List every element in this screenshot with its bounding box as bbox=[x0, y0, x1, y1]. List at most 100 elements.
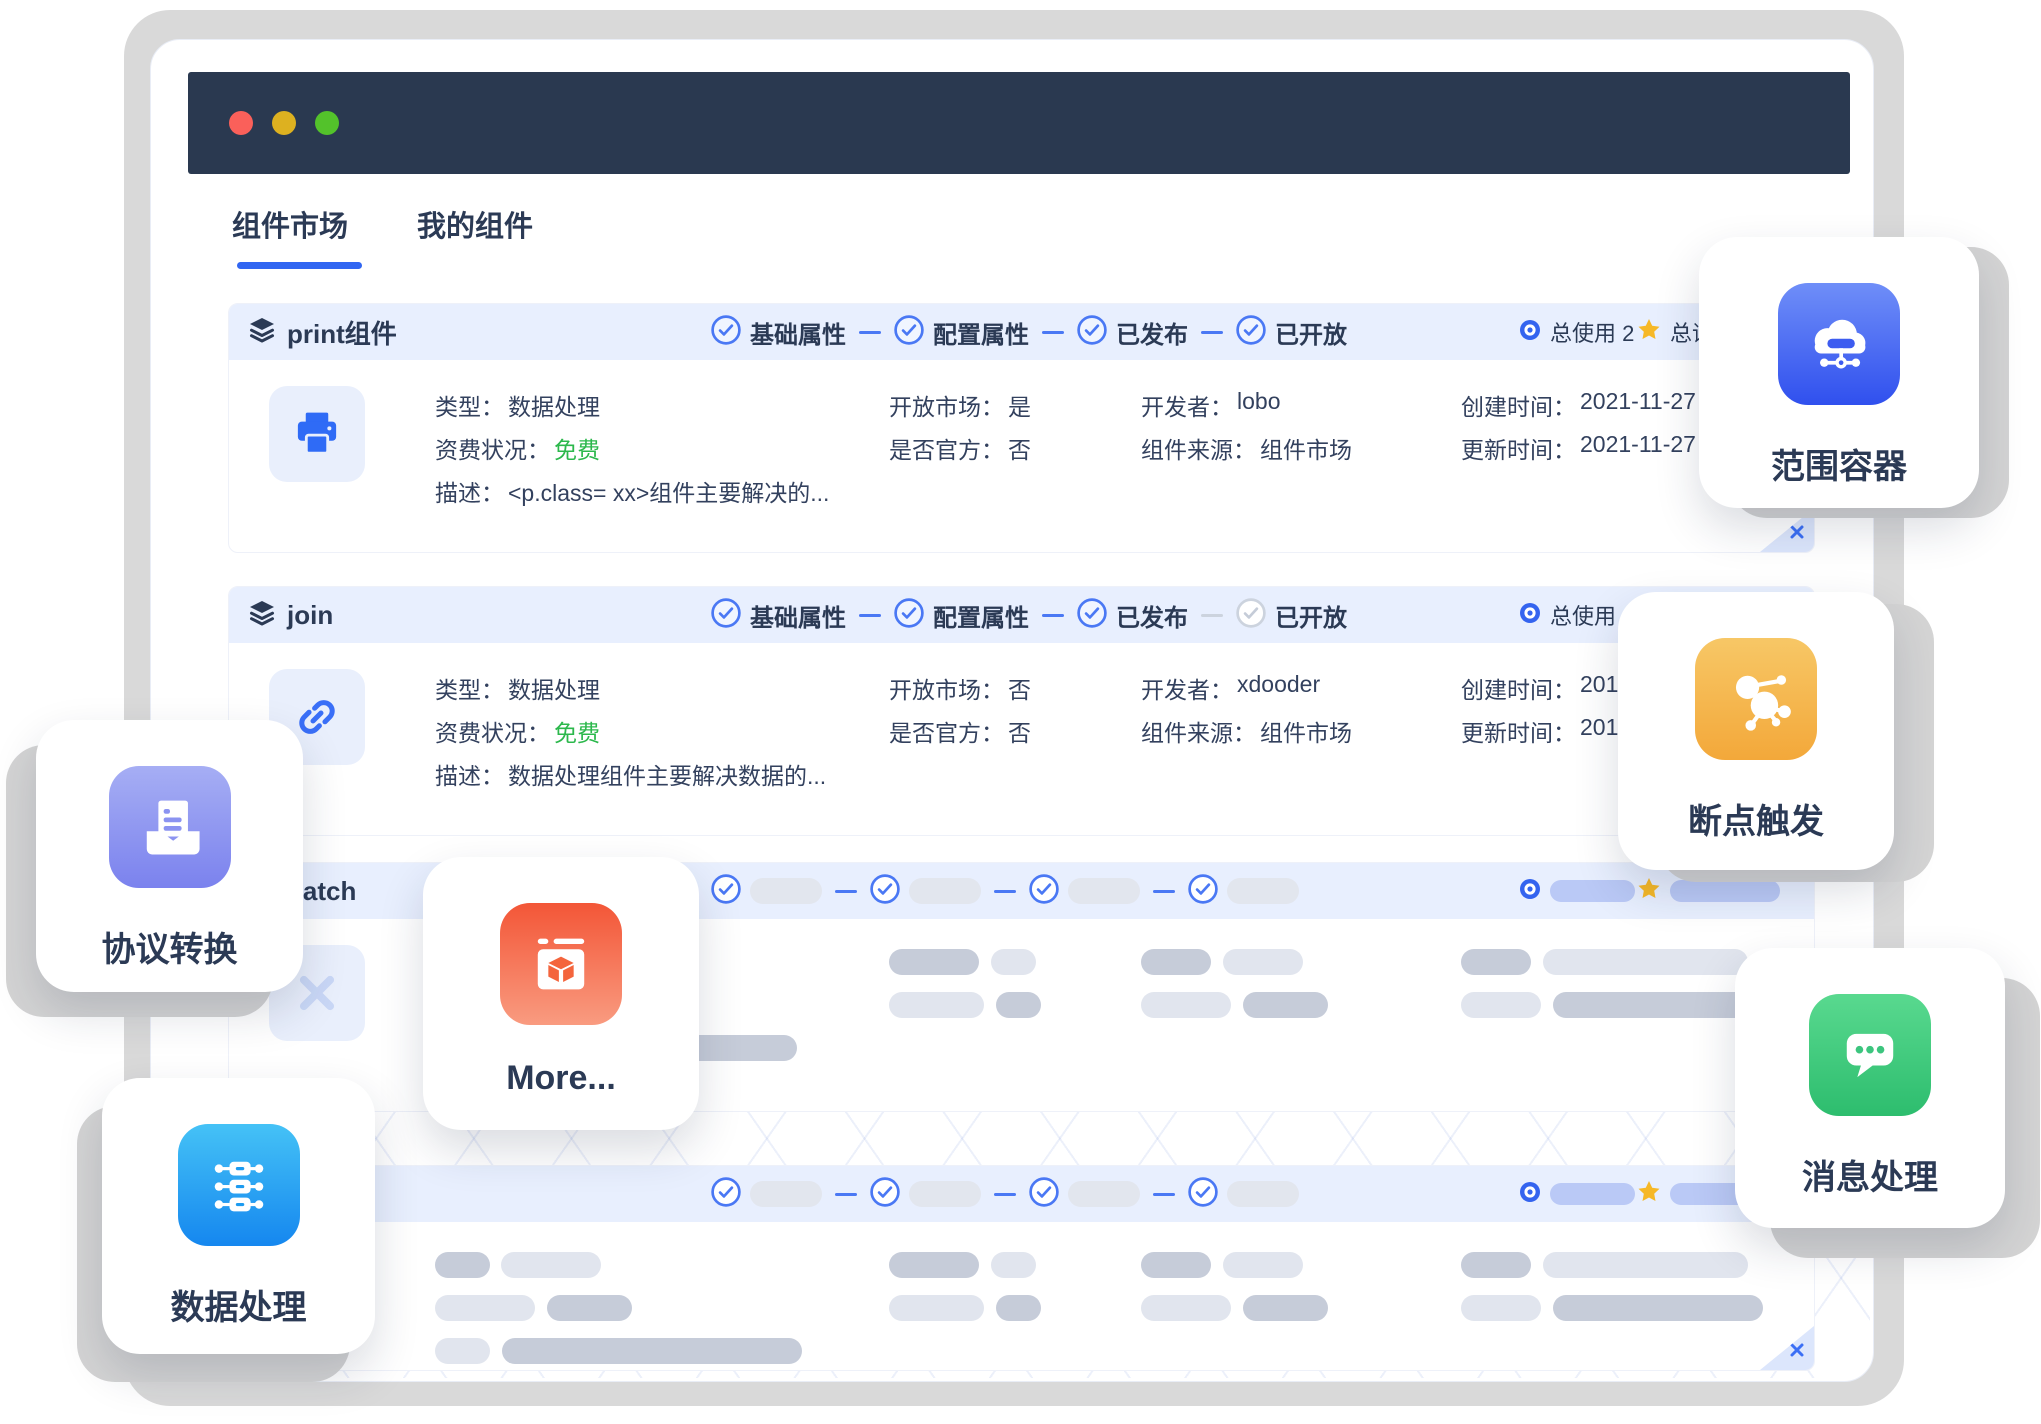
field-type: 类型：数据处理 bbox=[435, 388, 600, 422]
tile-label: More... bbox=[506, 1059, 616, 1098]
star-icon bbox=[1636, 876, 1662, 907]
step-label: 基础属性 bbox=[750, 598, 846, 633]
tile-label: 消息处理 bbox=[1802, 1150, 1938, 1199]
skeleton-pill bbox=[1670, 880, 1780, 902]
skeleton-pill bbox=[1068, 878, 1140, 904]
field-developer: 开发者：lobo bbox=[1141, 388, 1280, 422]
skeleton-bar bbox=[1543, 949, 1748, 975]
tile-data-processing[interactable]: 数据处理 bbox=[102, 1078, 375, 1354]
tile-message-processing[interactable]: 消息处理 bbox=[1735, 948, 2005, 1228]
skeleton-pill bbox=[1550, 880, 1635, 902]
component-card-join[interactable]: join 基础属性 配置属性 已发布 已开放 总使用 6 类型：数据处理 资费状… bbox=[228, 586, 1815, 836]
check-circle-icon bbox=[870, 1177, 900, 1212]
step-label: 已发布 bbox=[1116, 315, 1188, 350]
usage-stat-skeleton bbox=[1518, 863, 1635, 919]
card-body: 类型：数据处理 资费状况：免费 描述：数据处理组件主要解决数据的... 开放市场… bbox=[229, 643, 1814, 835]
field-source: 组件来源：组件市场 bbox=[1141, 431, 1352, 465]
tile-protocol-convert[interactable]: 协议转换 bbox=[36, 720, 303, 992]
zoom-window-icon[interactable] bbox=[315, 111, 339, 135]
usage-stat: 总使用 6 bbox=[1518, 587, 1634, 643]
layers-icon bbox=[247, 598, 277, 633]
skeleton-bar bbox=[1141, 1252, 1211, 1278]
step-label: 已开放 bbox=[1275, 598, 1347, 633]
skeleton-bar bbox=[547, 1295, 632, 1321]
browser-cube-icon bbox=[500, 903, 622, 1025]
step-separator bbox=[1201, 614, 1223, 617]
check-circle-icon bbox=[870, 874, 900, 909]
skeleton-bar bbox=[889, 1252, 979, 1278]
step-separator bbox=[1042, 331, 1064, 334]
window-titlebar bbox=[188, 72, 1850, 174]
field-developer: 开发者：xdooder bbox=[1141, 671, 1320, 705]
check-circle-icon bbox=[711, 315, 741, 350]
usage-target-icon bbox=[1518, 877, 1542, 906]
check-circle-icon bbox=[1188, 874, 1218, 909]
step-label: 基础属性 bbox=[750, 315, 846, 350]
skeleton-pill bbox=[909, 878, 981, 904]
step-separator bbox=[1042, 614, 1064, 617]
layers-icon bbox=[247, 315, 277, 350]
step-label: 配置属性 bbox=[933, 315, 1029, 350]
check-circle-icon bbox=[1029, 874, 1059, 909]
skeleton-bar bbox=[435, 1252, 490, 1278]
progress-steps: 基础属性 配置属性 已发布 已开放 bbox=[711, 587, 1347, 643]
step-label: 已开放 bbox=[1275, 315, 1347, 350]
skeleton-bar bbox=[1223, 1252, 1303, 1278]
skeleton-bar bbox=[1223, 949, 1303, 975]
skeleton-bar bbox=[1553, 1295, 1763, 1321]
minimize-window-icon[interactable] bbox=[272, 111, 296, 135]
tile-more[interactable]: More... bbox=[423, 857, 699, 1130]
field-open-market: 开放市场：否 bbox=[889, 671, 1031, 705]
step-separator bbox=[1153, 1193, 1175, 1196]
usage-target-icon bbox=[1518, 1180, 1542, 1209]
skeleton-bar bbox=[889, 992, 984, 1018]
skeleton-bar bbox=[1461, 1252, 1531, 1278]
tile-label: 协议转换 bbox=[102, 922, 238, 971]
tab-my-components[interactable]: 我的组件 bbox=[417, 203, 533, 245]
check-circle-icon bbox=[1236, 315, 1266, 350]
check-circle-icon bbox=[711, 1177, 741, 1212]
step-separator bbox=[835, 890, 857, 893]
skeleton-pill bbox=[750, 1181, 822, 1207]
skeleton-bar bbox=[501, 1252, 601, 1278]
close-window-icon[interactable] bbox=[229, 111, 253, 135]
field-source: 组件来源：组件市场 bbox=[1141, 714, 1352, 748]
tile-label: 断点触发 bbox=[1688, 794, 1824, 843]
progress-steps-skeleton bbox=[711, 1166, 1299, 1222]
component-card-print[interactable]: print组件 基础属性 配置属性 已发布 已开放 总使用 2 总评 类型：数据… bbox=[228, 303, 1815, 553]
component-card-skeleton[interactable] bbox=[228, 1165, 1815, 1371]
tab-component-market[interactable]: 组件市场 bbox=[232, 203, 348, 245]
check-circle-icon bbox=[894, 598, 924, 633]
card-title: join bbox=[287, 600, 333, 631]
skeleton-bar bbox=[889, 949, 979, 975]
skeleton-bar bbox=[1243, 992, 1328, 1018]
skeleton-pill bbox=[1227, 878, 1299, 904]
field-fee: 资费状况：免费 bbox=[435, 714, 600, 748]
step-separator bbox=[1153, 890, 1175, 893]
tile-label: 数据处理 bbox=[171, 1280, 307, 1329]
chat-bubble-icon bbox=[1809, 994, 1931, 1116]
check-circle-icon bbox=[711, 874, 741, 909]
star-icon bbox=[1636, 1179, 1662, 1210]
check-circle-icon bbox=[1077, 315, 1107, 350]
skeleton-bar bbox=[502, 1338, 802, 1364]
skeleton-bar bbox=[991, 1252, 1036, 1278]
skeleton-bar bbox=[996, 992, 1041, 1018]
active-tab-underline bbox=[237, 262, 362, 269]
field-type: 类型：数据处理 bbox=[435, 671, 600, 705]
inbox-document-icon bbox=[109, 766, 231, 888]
skeleton-pill bbox=[909, 1181, 981, 1207]
check-circle-icon-pending bbox=[1236, 598, 1266, 633]
molecule-icon bbox=[1695, 638, 1817, 760]
card-title-group: join bbox=[247, 587, 333, 643]
skeleton-bar bbox=[435, 1295, 535, 1321]
tile-scope-container[interactable]: 范围容器 bbox=[1699, 237, 1979, 508]
skeleton-bar bbox=[1543, 1252, 1748, 1278]
tile-breakpoint-trigger[interactable]: 断点触发 bbox=[1618, 592, 1894, 870]
skeleton-bar bbox=[996, 1295, 1041, 1321]
field-official: 是否官方：否 bbox=[889, 714, 1031, 748]
step-separator bbox=[994, 890, 1016, 893]
card-title: print组件 bbox=[287, 314, 397, 351]
skeleton-bar bbox=[435, 1338, 490, 1364]
skeleton-bar bbox=[1553, 992, 1763, 1018]
